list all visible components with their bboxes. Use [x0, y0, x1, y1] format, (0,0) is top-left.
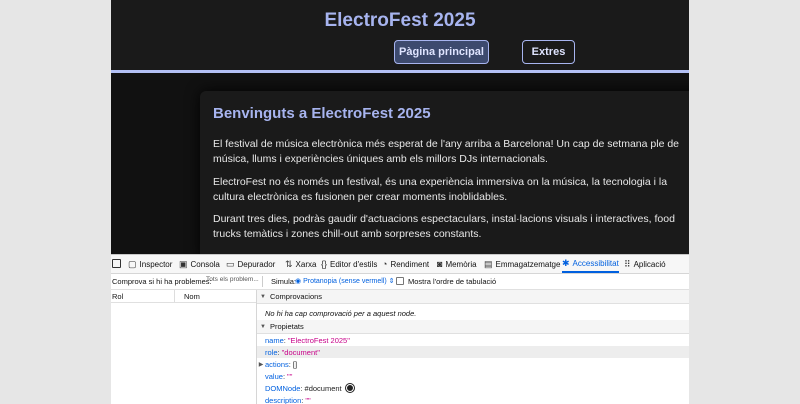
checks-empty-message: No hi ha cap comprovació per a aquest no…: [265, 309, 417, 318]
properties-section-header[interactable]: ▼ Propietats: [257, 320, 689, 334]
simulate-label: Simula:: [271, 277, 297, 286]
devtools-panel: ▢ Inspector ▣ Consola ▭ Depurador ⇅ Xarx…: [111, 254, 689, 404]
chevron-updown-icon: ⇕: [386, 278, 395, 285]
tab-debugger[interactable]: ▭ Depurador: [226, 255, 275, 273]
tree-header: Rol Nom: [111, 290, 256, 303]
tab-order-checkbox[interactable]: [396, 276, 404, 285]
nav-extras-button[interactable]: Extres: [522, 40, 575, 64]
console-icon: ▣: [179, 258, 188, 269]
tab-inspector[interactable]: ▢ Inspector: [128, 255, 172, 273]
storage-icon: ▤: [484, 258, 493, 269]
welcome-card: Benvinguts a ElectroFest 2025 El festiva…: [200, 91, 689, 261]
accessibility-sidebar: ▼ Comprovacions No hi ha cap comprovació…: [257, 290, 689, 404]
column-role[interactable]: Rol: [112, 292, 123, 301]
performance-icon: ◔: [382, 259, 388, 269]
tab-style-editor[interactable]: {} Editor d'estils: [321, 255, 377, 273]
experience-paragraph: ElectroFest no és només un festival, és …: [213, 176, 668, 203]
header-divider: [111, 70, 689, 73]
check-issues-label: Comprova si hi ha problemes:: [112, 277, 212, 286]
column-separator[interactable]: [174, 290, 175, 302]
accessibility-toolbar: Comprova si hi ha problemes: Tots els pr…: [111, 274, 689, 290]
property-value[interactable]: value: "": [257, 370, 689, 382]
triangle-right-icon[interactable]: ▶: [257, 361, 265, 368]
nav-home-button[interactable]: Pàgina principal: [394, 40, 489, 64]
inspector-icon: ▢: [128, 258, 137, 269]
welcome-heading: Benvinguts a ElectroFest 2025: [213, 105, 431, 122]
property-actions[interactable]: ▶ actions: []: [257, 358, 689, 370]
toolbar-separator: [262, 276, 263, 287]
network-icon: ⇅: [285, 258, 293, 269]
property-domnode[interactable]: DOMNode: #document: [257, 382, 689, 394]
property-description[interactable]: description: "": [257, 394, 689, 404]
simulate-select[interactable]: ◉ Protanopia (sense vermell) ⇕: [295, 277, 395, 285]
check-issues-select[interactable]: Tots els problem...: [206, 276, 260, 286]
site-title: ElectroFest 2025: [324, 10, 476, 31]
accessibility-tree: Rol Nom: [111, 290, 257, 404]
devtools-tab-bar: ▢ Inspector ▣ Consola ▭ Depurador ⇅ Xarx…: [111, 255, 689, 274]
tab-memory[interactable]: ◙ Memòria: [437, 255, 477, 273]
tab-accessibility[interactable]: ✱ Accessibilitat: [562, 255, 619, 273]
accessibility-icon: ✱: [562, 257, 570, 268]
eye-icon: ◉: [295, 278, 304, 285]
browser-viewport: ElectroFest 2025 Pàgina principal Extres…: [111, 0, 689, 404]
style-editor-icon: {}: [321, 259, 328, 269]
pick-element-icon[interactable]: [112, 259, 121, 268]
tab-storage[interactable]: ▤ Emmagatzematge: [484, 255, 560, 273]
property-role[interactable]: role: "document": [257, 346, 689, 358]
triangle-down-icon: ▼: [260, 323, 266, 330]
tab-order-label: Mostra l'ordre de tabulació: [408, 277, 497, 286]
site-header: ElectroFest 2025 Pàgina principal Extres: [111, 0, 689, 70]
application-icon: ⠿: [624, 258, 631, 269]
tab-network[interactable]: ⇅ Xarxa: [285, 255, 316, 273]
debugger-icon: ▭: [226, 258, 235, 269]
checks-section-header[interactable]: ▼ Comprovacions: [257, 290, 689, 304]
property-name[interactable]: name: "ElectroFest 2025": [257, 334, 689, 346]
tab-console[interactable]: ▣ Consola: [179, 255, 220, 273]
inspect-node-icon[interactable]: [345, 384, 354, 392]
column-name[interactable]: Nom: [184, 292, 200, 301]
memory-icon: ◙: [437, 259, 443, 269]
triangle-down-icon: ▼: [260, 293, 266, 300]
tab-performance[interactable]: ◔ Rendiment: [382, 255, 429, 273]
schedule-paragraph: Durant tres dies, podràs gaudir d'actuac…: [213, 213, 675, 240]
intro-paragraph: El festival de música electrònica més es…: [213, 138, 680, 165]
tab-application[interactable]: ⠿ Aplicació: [624, 255, 666, 273]
